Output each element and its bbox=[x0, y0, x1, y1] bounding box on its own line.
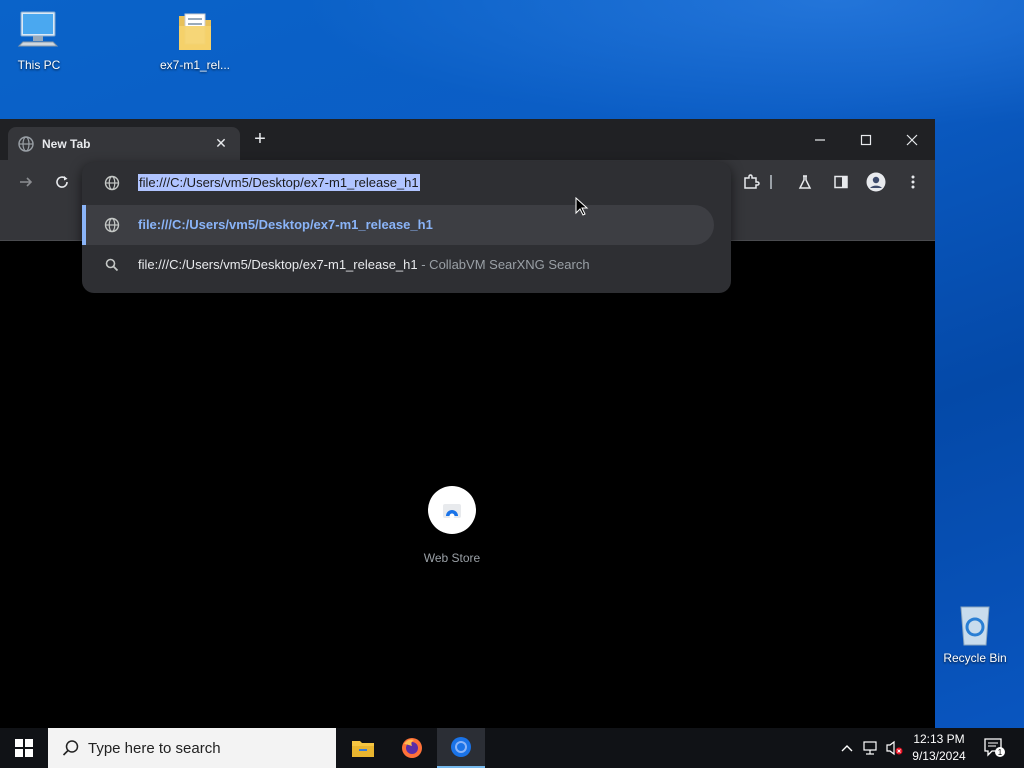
address-input-value[interactable]: file:///C:/Users/vm5/Desktop/ex7-m1_rele… bbox=[138, 174, 420, 191]
taskbar-file-explorer[interactable] bbox=[339, 728, 387, 768]
address-bar[interactable]: file:///C:/Users/vm5/Desktop/ex7-m1_rele… bbox=[82, 162, 731, 204]
puzzle-icon bbox=[744, 174, 760, 189]
folder-icon bbox=[352, 741, 374, 757]
chevron-up-icon bbox=[841, 745, 853, 752]
suggestion-text: file:///C:/Users/vm5/Desktop/ex7-m1_rele… bbox=[138, 217, 433, 232]
desktop-wallpaper bbox=[300, 0, 1024, 130]
labs-button[interactable] bbox=[795, 172, 815, 192]
computer-icon bbox=[15, 10, 63, 54]
globe-icon bbox=[104, 175, 120, 196]
reload-button[interactable] bbox=[52, 172, 72, 192]
close-window-button[interactable] bbox=[889, 119, 935, 160]
suggestion-query: file:///C:/Users/vm5/Desktop/ex7-m1_rele… bbox=[138, 257, 418, 272]
search-placeholder: Type here to search bbox=[88, 739, 221, 757]
volume-muted-icon bbox=[886, 740, 903, 756]
firefox-icon bbox=[402, 738, 422, 758]
start-button[interactable] bbox=[0, 728, 48, 768]
notification-icon: 1 bbox=[984, 738, 1005, 757]
toolbar-divider bbox=[770, 175, 772, 189]
omnibox-suggestion[interactable]: file:///C:/Users/vm5/Desktop/ex7-m1_rele… bbox=[82, 245, 731, 285]
taskbar-firefox[interactable] bbox=[388, 728, 436, 768]
desktop-icon-this-pc[interactable]: This PC bbox=[0, 10, 78, 72]
taskbar-search[interactable]: Type here to search bbox=[48, 728, 336, 768]
notification-count: 1 bbox=[998, 748, 1003, 757]
forward-button[interactable] bbox=[16, 172, 36, 192]
tab-strip: New Tab ✕ + bbox=[0, 119, 935, 160]
web-store-shortcut[interactable] bbox=[428, 486, 476, 534]
mouse-cursor-icon bbox=[575, 196, 589, 222]
search-icon bbox=[104, 257, 120, 273]
tab-new-tab[interactable]: New Tab ✕ bbox=[8, 127, 240, 160]
taskbar-clock[interactable]: 12:13 PM 9/13/2024 bbox=[906, 731, 972, 765]
tab-title: New Tab bbox=[42, 136, 91, 151]
taskbar-chrome[interactable] bbox=[437, 728, 485, 768]
suggestion-text: file:///C:/Users/vm5/Desktop/ex7-m1_rele… bbox=[138, 257, 590, 272]
profile-button[interactable] bbox=[866, 172, 886, 192]
side-panel-button[interactable] bbox=[831, 172, 851, 192]
tab-close-button[interactable]: ✕ bbox=[212, 135, 230, 152]
avatar-icon bbox=[866, 172, 886, 192]
minimize-button[interactable] bbox=[797, 119, 843, 160]
search-icon bbox=[62, 740, 79, 756]
chrome-icon bbox=[451, 737, 471, 757]
omnibox-suggestion[interactable]: file:///C:/Users/vm5/Desktop/ex7-m1_rele… bbox=[82, 205, 714, 245]
desktop-icon-recycle-bin[interactable]: Recycle Bin bbox=[936, 603, 1014, 665]
clock-date: 9/13/2024 bbox=[912, 749, 966, 763]
new-tab-page bbox=[0, 241, 935, 728]
globe-icon bbox=[18, 135, 34, 152]
desktop-icon-label: Recycle Bin bbox=[943, 651, 1007, 665]
web-store-icon bbox=[443, 504, 461, 519]
volume-button[interactable] bbox=[884, 728, 906, 768]
side-panel-icon bbox=[834, 175, 848, 189]
menu-button[interactable] bbox=[903, 172, 923, 192]
taskbar: Type here to search 12:13 PM 9/13/2024 1 bbox=[0, 728, 1024, 768]
arrow-right-icon bbox=[20, 177, 33, 187]
action-center-button[interactable]: 1 bbox=[980, 728, 1010, 768]
windows-logo-icon bbox=[15, 739, 33, 757]
recycle-bin-icon bbox=[951, 603, 999, 647]
extensions-button[interactable] bbox=[741, 172, 761, 192]
network-icon bbox=[863, 741, 877, 755]
suggestion-source: - CollabVM SearXNG Search bbox=[417, 257, 590, 272]
network-button[interactable] bbox=[860, 728, 882, 768]
clock-time: 12:13 PM bbox=[913, 732, 965, 746]
maximize-button[interactable] bbox=[843, 119, 889, 160]
flask-icon bbox=[798, 175, 812, 189]
close-icon bbox=[906, 134, 918, 145]
desktop-icon-label: ex7-m1_rel... bbox=[159, 58, 231, 72]
desktop-icon-label: This PC bbox=[17, 58, 61, 72]
maximize-icon bbox=[860, 134, 872, 145]
kebab-menu-icon bbox=[911, 175, 915, 189]
minimize-icon bbox=[815, 138, 825, 141]
new-tab-button[interactable]: + bbox=[250, 129, 270, 149]
web-store-label: Web Store bbox=[423, 551, 481, 565]
globe-icon bbox=[104, 217, 120, 233]
omnibox-dropdown: file:///C:/Users/vm5/Desktop/ex7-m1_rele… bbox=[82, 162, 731, 293]
reload-icon bbox=[56, 176, 68, 188]
show-hidden-icons-button[interactable] bbox=[836, 728, 858, 768]
folder-icon bbox=[171, 10, 219, 54]
desktop-icon-folder[interactable]: ex7-m1_rel... bbox=[156, 10, 234, 72]
